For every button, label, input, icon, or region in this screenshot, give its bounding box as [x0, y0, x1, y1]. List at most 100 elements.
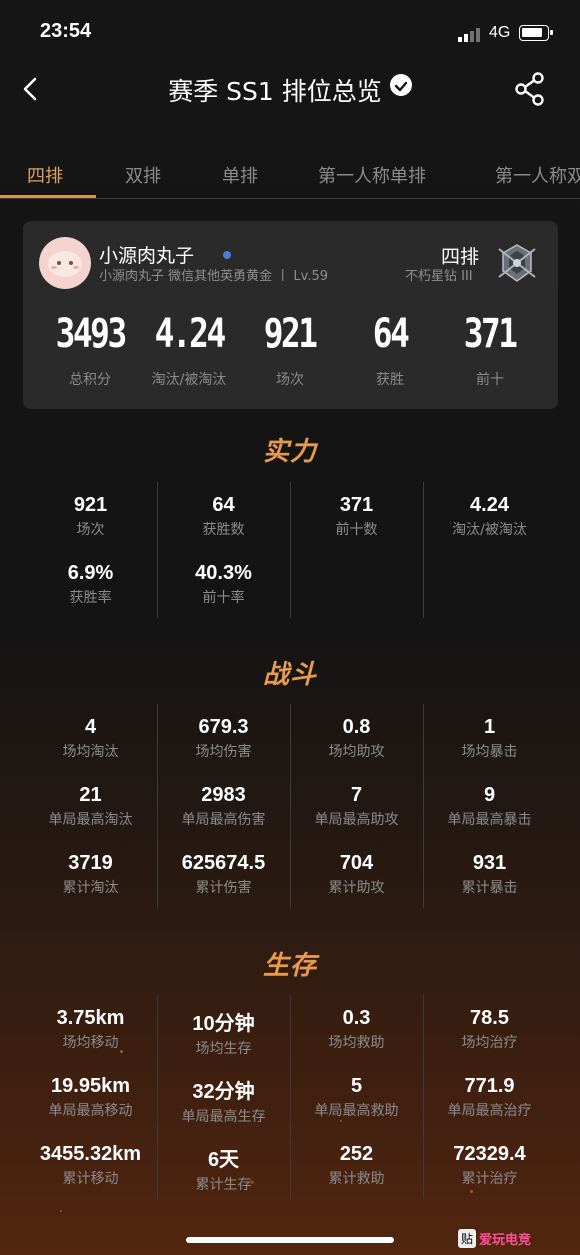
- stat-value: 2983: [201, 784, 246, 806]
- stat-label: 单局最高助攻: [314, 812, 399, 828]
- rank-badge-icon: [498, 244, 536, 282]
- stat-label: 场均暴击: [461, 744, 518, 760]
- stat-label: 场次: [76, 522, 105, 538]
- stat-value: 64: [212, 494, 235, 516]
- stat-label: 前十率: [202, 590, 245, 606]
- strength-stats-grid: 921 场次 64 获胜数 371 前十数 4.24 淘汰/被淘汰 6.9% 获胜率 40.3% 前十…: [24, 482, 556, 618]
- combat-stat-cell: 9 单局最高暴击: [423, 784, 556, 829]
- survival-stat-cell: 78.5 场均治疗: [423, 1007, 556, 1052]
- stat-value: 3.75km: [56, 1007, 125, 1029]
- combat-stat-cell: 4 场均淘汰: [24, 716, 157, 761]
- stat-value: 1: [483, 716, 496, 738]
- active-tab-indicator: [0, 195, 96, 198]
- stat-label: 场均生存: [195, 1041, 252, 1057]
- stat-label: 场均伤害: [195, 744, 252, 760]
- survival-stat-cell: 32分钟 单局最高生存: [157, 1075, 290, 1126]
- share-icon[interactable]: [514, 71, 546, 107]
- stat-label: 累计伤害: [195, 880, 252, 896]
- stat-label: 单局最高暴击: [447, 812, 532, 828]
- survival-stats-grid: 3.75km 场均移动 10分钟 场均生存 0.3 场均救助 78.5 场均治疗 19.95km…: [24, 995, 556, 1199]
- stat-label: 累计生存: [195, 1177, 252, 1193]
- stat-value: 6天: [207, 1149, 240, 1171]
- stat-value: 625674.5: [181, 852, 266, 874]
- page-title-text: 赛季 SS1 排位总览: [168, 77, 382, 106]
- section-title-combat: 战斗: [262, 660, 317, 690]
- stat-value: 19.95km: [51, 1075, 130, 1097]
- watermark: 贴 爱玩电竞: [458, 1226, 576, 1250]
- tab-solo[interactable]: 单排: [222, 162, 258, 188]
- network-type: 4G: [489, 24, 511, 41]
- stat-value: 704: [339, 852, 374, 874]
- survival-stat-cell: 6天累计生存: [157, 1143, 290, 1194]
- tab-squad[interactable]: 四排: [27, 162, 63, 188]
- combat-stat-cell: 679.3 场均伤害: [157, 716, 290, 761]
- stat-wins: 64 获胜: [372, 311, 410, 388]
- stat-value: 921: [73, 494, 108, 516]
- combat-stat-cell: 2983 单局最高伤害: [157, 784, 290, 829]
- tab-fpp-solo[interactable]: 第一人称单排: [318, 162, 426, 188]
- survival-stat-cell: 72329.4 累计治疗: [423, 1143, 556, 1188]
- combat-stat-cell: 3719 累计淘汰: [24, 852, 157, 897]
- strength-stat-cell: 921 场次: [24, 494, 157, 539]
- survival-stat-cell: 19.95km 单局最高移动: [24, 1075, 157, 1120]
- stat-label: 累计淘汰: [62, 880, 119, 896]
- dropdown-check-icon[interactable]: [389, 74, 412, 96]
- stat-value: 679.3: [198, 716, 249, 738]
- strength-stat-cell: 6.9% 获胜率: [24, 562, 157, 607]
- avatar[interactable]: [39, 237, 91, 289]
- tab-fpp-duo[interactable]: 第一人称双: [495, 162, 580, 188]
- stat-label: 单局最高生存: [181, 1109, 266, 1125]
- section-title-strength: 实力: [262, 437, 317, 467]
- stat-label: 获胜数: [202, 522, 245, 538]
- combat-stat-cell: 21 单局最高淘汰: [24, 784, 157, 829]
- combat-stats-grid: 4 场均淘汰 679.3 场均伤害 0.8 场均助攻 1 场均暴击 21 单局最高淘汰 2983 单局…: [24, 704, 556, 908]
- stat-label: 单局最高移动: [48, 1103, 133, 1119]
- stat-value: 9: [483, 784, 496, 806]
- ember-decoration: [60, 1210, 62, 1212]
- stat-label: 累计助攻: [328, 880, 385, 896]
- stat-value: 771.9: [464, 1075, 515, 1097]
- stat-label: 累计暴击: [461, 880, 518, 896]
- stat-value: 4.24: [470, 494, 509, 516]
- survival-stat-cell: 5 单局最高救助: [290, 1075, 423, 1120]
- stat-value: 10分钟: [192, 1013, 255, 1035]
- stat-label: 前十数: [335, 522, 378, 538]
- section-title-survival: 生存: [262, 951, 317, 981]
- stat-label: 单局最高伤害: [181, 812, 266, 828]
- summary-stats: 3493 总积分 4.24 淘汰/被淘汰 921 场次 64 获胜 371 前十: [23, 311, 558, 391]
- strength-stat-cell: 371 前十数: [290, 494, 423, 539]
- player-subtitle: 小源肉丸子 微信其他英勇黄金 丨 Lv.59: [99, 269, 328, 284]
- status-time: 23:54: [40, 20, 92, 42]
- stat-value: 0.8: [342, 716, 371, 738]
- stat-label: 累计移动: [62, 1171, 119, 1187]
- stat-label: 淘汰/被淘汰: [452, 522, 527, 538]
- stat-value: 5: [350, 1075, 363, 1097]
- survival-stat-cell: 252 累计救助: [290, 1143, 423, 1188]
- stat-value: 78.5: [470, 1007, 509, 1029]
- stat-value: 4: [84, 716, 97, 738]
- paste-label: 贴: [458, 1228, 477, 1248]
- stat-value: 371: [339, 494, 374, 516]
- home-indicator[interactable]: [186, 1237, 394, 1243]
- stat-value: 3455.32km: [39, 1143, 142, 1165]
- page-title: 赛季 SS1 排位总览: [0, 72, 580, 108]
- stat-total-score: 3493 总积分: [55, 311, 127, 388]
- combat-stat-cell: 931 累计暴击: [423, 852, 556, 897]
- stat-label: 场均移动: [62, 1035, 119, 1051]
- stat-value: 3719: [68, 852, 113, 874]
- stat-label: 场均治疗: [461, 1035, 518, 1051]
- ember-decoration: [470, 1190, 473, 1193]
- stat-label: 单局最高救助: [314, 1103, 399, 1119]
- stat-label: 场均助攻: [328, 744, 385, 760]
- strength-stat-cell: 40.3% 前十率: [157, 562, 290, 607]
- nav-bar: 赛季 SS1 排位总览: [0, 66, 580, 112]
- tab-duo[interactable]: 双排: [125, 162, 161, 188]
- online-dot-icon: [223, 251, 231, 259]
- stat-value: 21: [79, 784, 102, 806]
- stat-label: 获胜率: [69, 590, 112, 606]
- battery-icon: [519, 25, 553, 41]
- ember-decoration: [250, 1180, 254, 1184]
- stat-top10: 371 前十: [464, 311, 518, 388]
- combat-stat-cell: 625674.5 累计伤害: [157, 852, 290, 897]
- stat-matches: 921 场次: [264, 311, 318, 388]
